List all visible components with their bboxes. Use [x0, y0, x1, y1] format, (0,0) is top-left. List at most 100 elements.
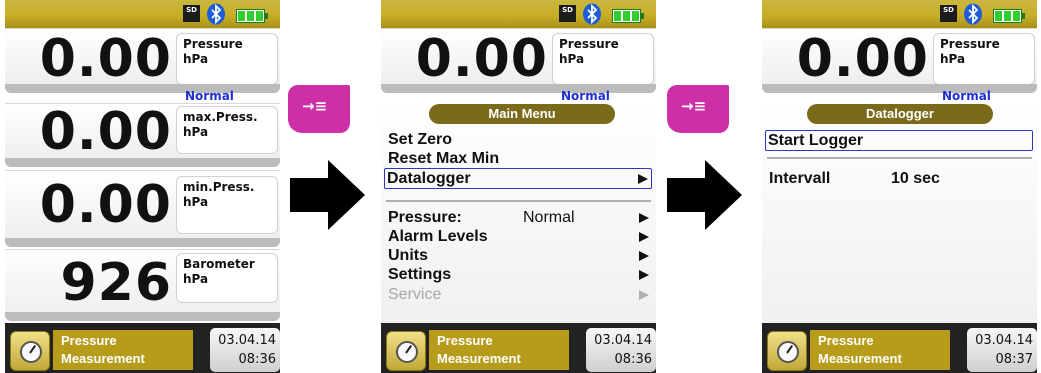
max-pressure-panel: 0.00 max.Press. hPa [5, 102, 280, 162]
menu-item-label: Set Zero [388, 131, 453, 148]
pressure-unit: hPa [559, 52, 585, 66]
pressure-panel: 0.00 Pressure hPa [381, 28, 656, 89]
submenu-arrow-icon [639, 213, 649, 223]
battery-icon [993, 9, 1025, 23]
sd-card-icon: SD [559, 5, 576, 22]
min-pressure-value: 0.00 [39, 175, 172, 235]
mode-title-line1: Pressure [61, 333, 117, 348]
barometer-label: Barometer [183, 257, 255, 271]
min-pressure-label: min.Press. [183, 180, 255, 194]
mode-title-line2: Measurement [818, 351, 902, 366]
status-bar: SD [762, 0, 1037, 28]
submenu-arrow-icon [639, 232, 649, 242]
mode-title-line1: Pressure [818, 333, 874, 348]
mode-title: Pressure Measurement [53, 330, 193, 370]
menu-item-pressure[interactable]: Pressure: Normal [386, 208, 652, 227]
pressure-value: 0.00 [796, 29, 929, 89]
datetime: 03.04.14 08:36 [586, 328, 656, 372]
right-arrow-icon [290, 160, 365, 230]
pressure-value: 0.00 [415, 29, 548, 89]
sd-card-icon: SD [183, 5, 200, 22]
menu-item-label: Datalogger [387, 170, 471, 187]
min-pressure-label-box: min.Press. hPa [176, 176, 278, 234]
menu-item-label: Reset Max Min [388, 150, 500, 167]
date: 03.04.14 [218, 333, 276, 348]
menu-item-service: Service [386, 285, 652, 304]
max-pressure-label-box: max.Press. hPa [176, 106, 278, 154]
sd-card-icon: SD [940, 5, 957, 22]
battery-icon [612, 9, 644, 23]
pressure-panel: 0.00 Pressure hPa [5, 28, 280, 89]
datetime: 03.04.14 08:36 [210, 328, 280, 372]
submenu-arrow-icon [638, 174, 648, 184]
bluetooth-icon [964, 3, 982, 25]
screen-pressure-measurement: SD 0.00 Pressure hPa Normal 0.00 max.Pre… [5, 0, 280, 373]
interval-label: Intervall [769, 170, 831, 187]
menu-title: Main Menu [429, 104, 615, 124]
pressure-value: 0.00 [39, 29, 172, 89]
menu-title: Datalogger [807, 104, 993, 124]
min-pressure-unit: hPa [183, 195, 209, 209]
barometer-panel: 926 Barometer hPa [5, 249, 280, 314]
pressure-unit: hPa [183, 52, 209, 66]
screen-datalogger: SD 0.00 Pressure hPa Normal Datalogger S… [762, 0, 1037, 373]
gauge-icon[interactable] [10, 331, 50, 371]
panel-divider [5, 84, 280, 93]
max-pressure-label: max.Press. [183, 110, 258, 124]
datetime: 03.04.14 08:37 [967, 328, 1037, 372]
pressure-label: Pressure [940, 37, 1000, 51]
menu-item-alarm-levels[interactable]: Alarm Levels [386, 227, 652, 246]
bottom-bar: Pressure Measurement 03.04.14 08:37 [762, 323, 1037, 373]
start-logger-button[interactable]: Start Logger [765, 130, 1033, 151]
pressure-label-box: Pressure hPa [176, 33, 278, 85]
menu-divider [767, 157, 1032, 159]
mode-title-line1: Pressure [437, 333, 493, 348]
status-bar: SD [381, 0, 656, 28]
menu-item-label: Settings [388, 266, 452, 283]
menu-item-units[interactable]: Units [386, 246, 652, 265]
gauge-icon[interactable] [386, 331, 426, 371]
time: 08:36 [238, 352, 276, 367]
menu-softkey-icon: →≡ [681, 97, 707, 115]
pressure-mode-value: Normal [523, 209, 575, 226]
pressure-label-box: Pressure hPa [933, 33, 1035, 85]
mode-title-line2: Measurement [437, 351, 521, 366]
menu-item-label: Service [388, 286, 442, 303]
panel-divider [381, 84, 656, 93]
menu-item-label: Alarm Levels [388, 228, 488, 245]
menu-softkey-icon: →≡ [302, 97, 328, 115]
pressure-label: Pressure [183, 37, 243, 51]
gauge-icon[interactable] [767, 331, 807, 371]
submenu-arrow-icon [639, 270, 649, 280]
mode-title-line2: Measurement [61, 351, 145, 366]
interval-value: 10 sec [891, 170, 940, 187]
bottom-bar: Pressure Measurement 03.04.14 08:36 [381, 323, 656, 373]
battery-icon [236, 9, 268, 23]
date: 03.04.14 [594, 333, 652, 348]
status-bar: SD [5, 0, 280, 28]
menu-item-reset-max-min[interactable]: Reset Max Min [386, 149, 652, 168]
menu-divider [386, 200, 651, 202]
pressure-mode: Normal [185, 89, 234, 103]
barometer-value: 926 [60, 253, 172, 313]
date: 03.04.14 [975, 333, 1033, 348]
barometer-unit: hPa [183, 272, 209, 286]
start-logger-label: Start Logger [768, 132, 864, 149]
submenu-arrow-icon [639, 290, 649, 300]
menu-item-interval[interactable]: Intervall 10 sec [767, 169, 1033, 188]
panel-divider [5, 238, 280, 247]
pressure-panel: 0.00 Pressure hPa [762, 28, 1037, 89]
mode-title: Pressure Measurement [429, 330, 569, 370]
pressure-unit: hPa [940, 52, 966, 66]
menu-softkey[interactable]: →≡ [288, 85, 350, 133]
screen-main-menu: SD 0.00 Pressure hPa Normal Main Menu Se… [381, 0, 656, 373]
menu-item-label: Pressure: [388, 209, 462, 226]
menu-item-datalogger[interactable]: Datalogger [384, 168, 652, 189]
bluetooth-icon [207, 3, 225, 25]
max-pressure-unit: hPa [183, 125, 209, 139]
right-arrow-icon [667, 160, 742, 230]
menu-item-settings[interactable]: Settings [386, 265, 652, 284]
panel-divider [5, 312, 280, 321]
menu-softkey[interactable]: →≡ [667, 85, 729, 133]
menu-item-set-zero[interactable]: Set Zero [386, 130, 652, 149]
